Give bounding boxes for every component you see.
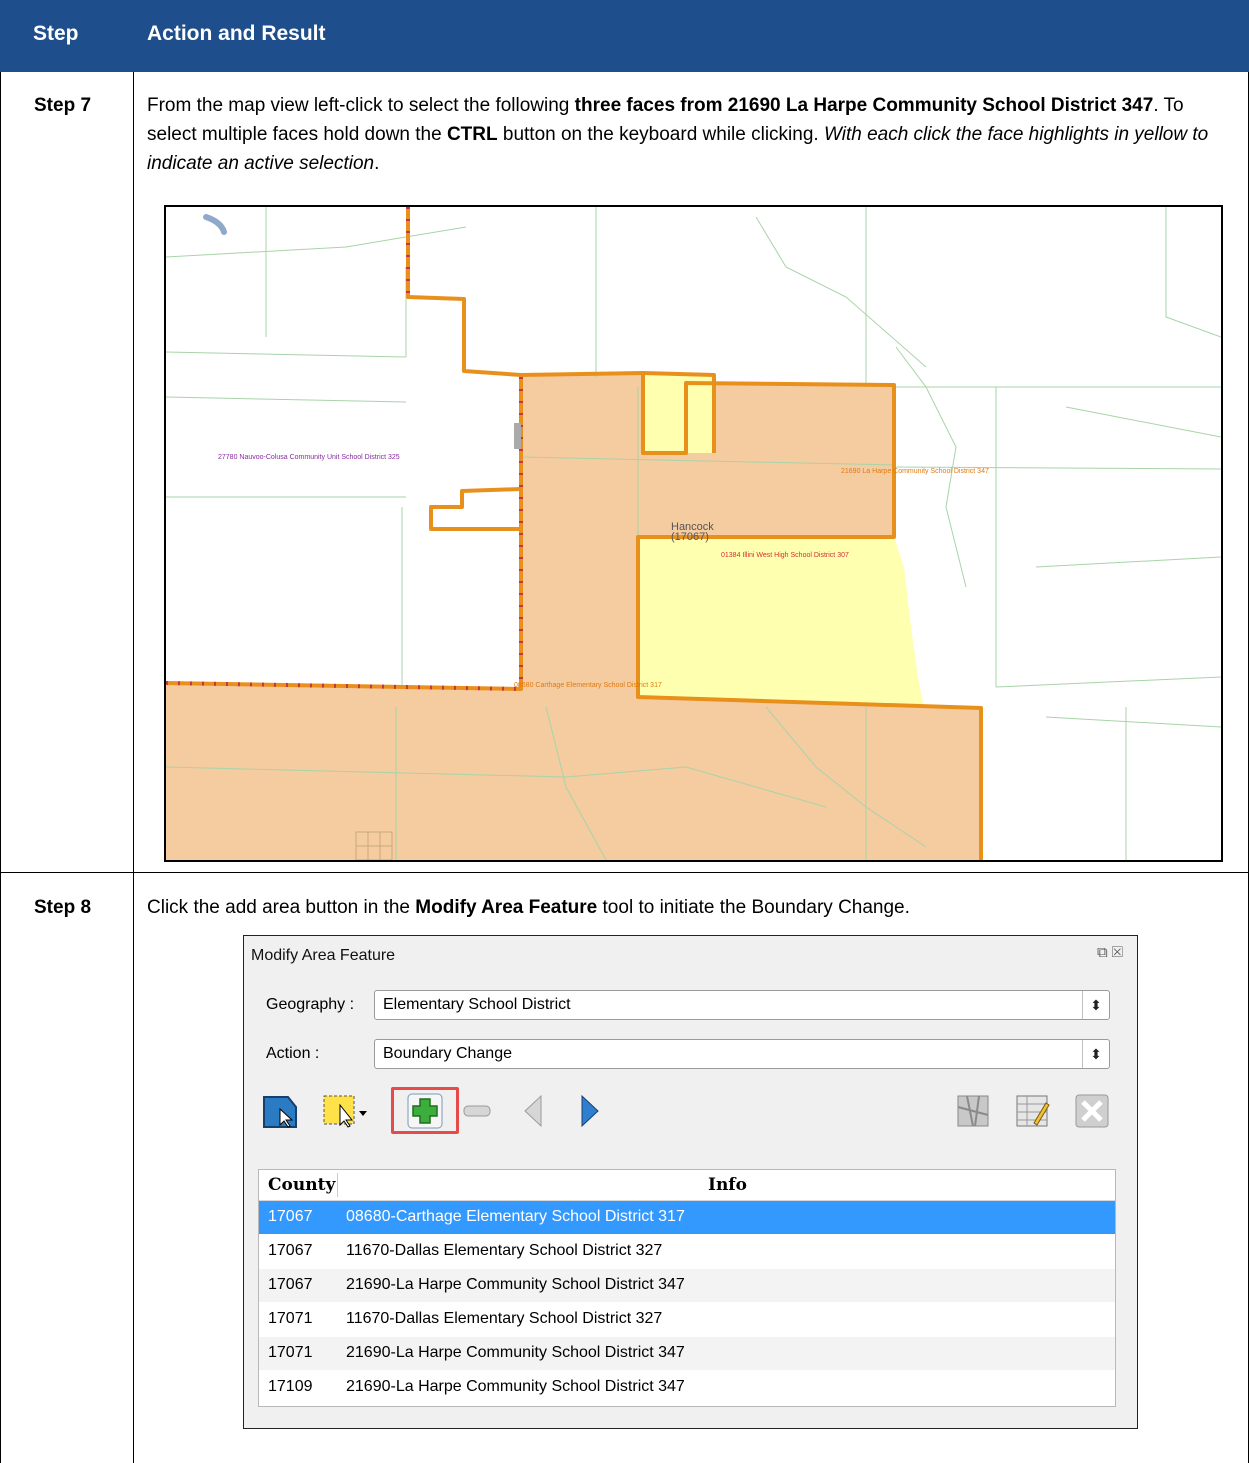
- map-button[interactable]: [955, 1093, 991, 1129]
- cell-county: 17067: [268, 1276, 313, 1293]
- column-county[interactable]: County: [268, 1175, 335, 1195]
- next-button[interactable]: [570, 1093, 606, 1129]
- close-button[interactable]: [1074, 1093, 1110, 1129]
- cell-info: 21690-La Harpe Community School District…: [346, 1344, 685, 1361]
- label-carthage: 08680 Carthage Elementary School Distric…: [514, 682, 662, 689]
- table-row[interactable]: 17071 11670-Dallas Elementary School Dis…: [259, 1303, 1115, 1336]
- cell-county: 17067: [268, 1242, 313, 1259]
- geography-label: Geography :: [266, 996, 355, 1013]
- step-8-text: Click the add area button in the: [147, 897, 416, 918]
- previous-icon: [524, 1094, 542, 1128]
- geography-spinner-icon[interactable]: ⬍: [1082, 991, 1109, 1019]
- feature-table-header: County Info: [259, 1170, 1115, 1201]
- select-feature-button[interactable]: [262, 1093, 298, 1129]
- feature-table: County Info 17067 08680-Carthage Element…: [258, 1169, 1116, 1407]
- left-border: [0, 72, 1, 1463]
- table-row[interactable]: 17067 08680-Carthage Elementary School D…: [259, 1201, 1115, 1234]
- header-action-result: Action and Result: [147, 22, 326, 45]
- dialog-title: Modify Area Feature: [251, 947, 396, 964]
- table-header: Step Action and Result: [0, 0, 1249, 72]
- next-icon: [581, 1094, 599, 1128]
- table-row[interactable]: 17109 21690-La Harpe Community School Di…: [259, 1371, 1115, 1404]
- rectangle-select-icon: [323, 1095, 367, 1128]
- step-8-label: Step 8: [34, 897, 92, 918]
- remove-area-icon: [463, 1105, 491, 1117]
- map-view[interactable]: 27780 Nauvoo-Colusa Community Unit Schoo…: [164, 205, 1223, 862]
- step-8-instructions: Click the add area button in the Modify …: [147, 893, 1227, 922]
- add-area-button[interactable]: [407, 1093, 443, 1129]
- table-row[interactable]: 17067 11670-Dallas Elementary School Dis…: [259, 1235, 1115, 1268]
- row-divider: [0, 872, 1249, 873]
- step-7-instructions: From the map view left-click to select t…: [147, 91, 1227, 178]
- geography-value: Elementary School District: [383, 996, 571, 1013]
- previous-button[interactable]: [517, 1093, 553, 1129]
- edit-table-button[interactable]: [1014, 1093, 1050, 1129]
- close-icon: [1075, 1094, 1109, 1128]
- rectangle-select-button[interactable]: [322, 1093, 370, 1129]
- label-laharpe: 21690 La Harpe Community School District…: [841, 468, 989, 475]
- action-value: Boundary Change: [383, 1045, 512, 1062]
- cell-county: 17071: [268, 1344, 313, 1361]
- cell-county: 17067: [268, 1208, 313, 1225]
- action-select[interactable]: Boundary Change ⬍: [374, 1039, 1110, 1069]
- step-7-text: button on the keyboard while clicking.: [497, 124, 824, 145]
- modify-area-feature-dialog: Modify Area Feature ⧉☒ Geography : Eleme…: [243, 935, 1138, 1429]
- cell-county: 17071: [268, 1310, 313, 1327]
- column-info[interactable]: Info: [708, 1175, 747, 1195]
- cell-info: 11670-Dallas Elementary School District …: [346, 1310, 663, 1327]
- select-feature-icon: [263, 1096, 297, 1128]
- remove-area-button[interactable]: [459, 1093, 495, 1129]
- step-8-emphasis: Modify Area Feature: [415, 897, 598, 918]
- table-row[interactable]: 17067 21690-La Harpe Community School Di…: [259, 1269, 1115, 1302]
- action-label: Action :: [266, 1045, 320, 1062]
- label-county-code: (17067): [671, 531, 709, 543]
- label-illini: 01384 Illini West High School District 3…: [721, 552, 849, 559]
- action-spinner-icon[interactable]: ⬍: [1082, 1040, 1109, 1068]
- column-divider: [133, 72, 134, 1463]
- step-7-label: Step 7: [34, 95, 92, 116]
- active-selection-south: [638, 537, 924, 708]
- add-area-icon: [407, 1093, 443, 1129]
- step-8-text: tool to initiate the Boundary Change.: [597, 897, 910, 918]
- cell-info: 11670-Dallas Elementary School District …: [346, 1242, 663, 1259]
- step-7-emphasis: three faces from 21690 La Harpe Communit…: [574, 95, 1154, 116]
- header-step: Step: [33, 22, 79, 45]
- edit-table-icon: [1016, 1095, 1050, 1127]
- map-icon: [957, 1095, 989, 1127]
- cell-info: 08680-Carthage Elementary School Distric…: [346, 1208, 685, 1225]
- cell-county: 17109: [268, 1378, 313, 1395]
- dialog-window-buttons[interactable]: ⧉☒: [1097, 944, 1127, 961]
- geography-select[interactable]: Elementary School District ⬍: [374, 990, 1110, 1020]
- step-7-key: CTRL: [446, 124, 498, 145]
- step-7-text: .: [374, 153, 380, 174]
- label-nauvoo: 27780 Nauvoo-Colusa Community Unit Schoo…: [218, 454, 400, 461]
- table-row[interactable]: 17071 21690-La Harpe Community School Di…: [259, 1337, 1115, 1370]
- cell-info: 21690-La Harpe Community School District…: [346, 1276, 685, 1293]
- step-7-text: From the map view left-click to select t…: [147, 95, 575, 116]
- column-separator: [337, 1173, 338, 1197]
- cell-info: 21690-La Harpe Community School District…: [346, 1378, 685, 1395]
